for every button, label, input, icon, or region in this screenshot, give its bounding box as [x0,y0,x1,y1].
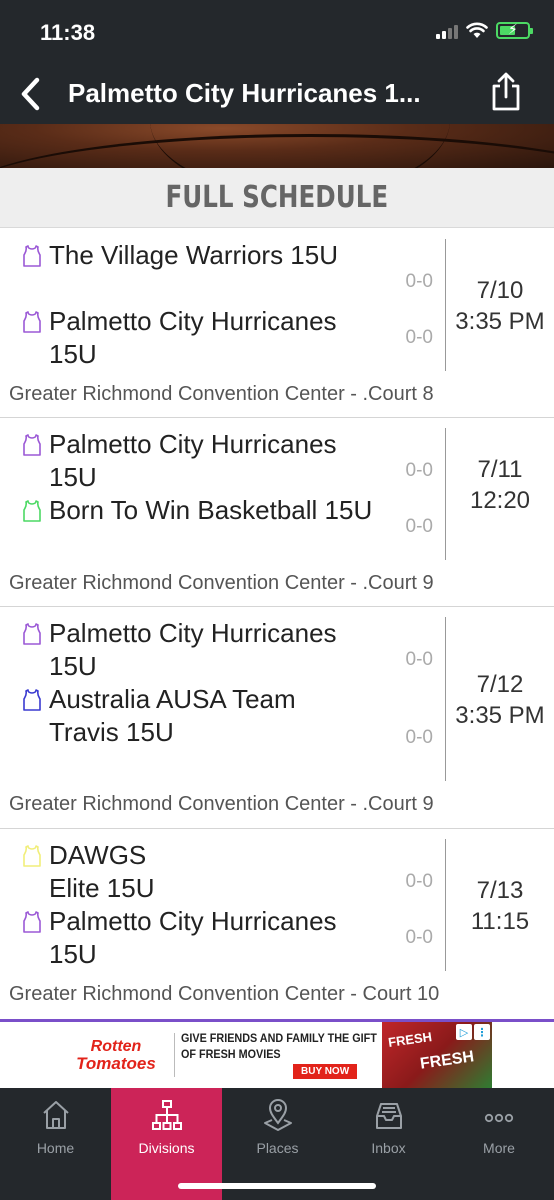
jersey-icon [23,311,41,333]
home-indicator[interactable] [178,1183,376,1189]
inbox-icon [375,1103,402,1129]
tab-label: More [483,1140,515,1156]
ad-headline: GIVE FRIENDS AND FAMILY THE GIFT [181,1031,377,1045]
ad-image: FRESH FRESH ▷ ⋮ [382,1022,492,1088]
ad-choices-icon[interactable]: ▷ [456,1024,472,1040]
team-score: 0-0 [405,649,433,670]
game-card[interactable]: The Village Warriors 15U 0-0 Palmetto Ci… [0,229,554,418]
wifi-icon [466,22,488,38]
status-bar: 11:38 ⚡ [0,0,554,64]
game-date-time: 7/13 11:15 [446,875,554,937]
ad-image-text: FRESH [419,1048,476,1073]
game-card[interactable]: DAWGS Elite 15U 0-0 Palmetto City Hurric… [0,829,554,1018]
team-score: 0-0 [405,271,433,292]
team-name: The Village Warriors 15U [49,240,338,270]
tab-label: Inbox [371,1140,406,1156]
ad-menu-icon[interactable]: ⋮ [474,1024,490,1040]
jersey-icon [23,245,41,267]
team-name: Born To Win Basketball 15U [49,495,373,525]
basketball-banner-image [0,124,554,168]
jersey-icon [23,689,41,711]
page-title: Palmetto City Hurricanes 1... [68,78,421,108]
status-icons: ⚡ [436,21,533,39]
back-button[interactable] [12,74,48,114]
team-name: Palmetto City Hurricanes 15U [49,429,337,492]
ad-choices[interactable]: ▷ ⋮ [456,1024,490,1040]
ad-image-text-top: FRESH [387,1029,433,1050]
chevron-left-icon [21,77,40,111]
jersey-icon [23,623,41,645]
jersey-icon [23,911,41,933]
home-icon [42,1101,69,1129]
share-icon [492,72,520,111]
section-header: FULL SCHEDULE [0,168,554,228]
bracket-icon [151,1100,182,1130]
battery-icon: ⚡ [496,21,533,39]
game-time: 3:35 PM [455,308,545,335]
team-name: Palmetto City Hurricanes 15U [49,306,337,369]
game-card[interactable]: Palmetto City Hurricanes 15U 0-0 Austral… [0,607,554,829]
team-score: 0-0 [405,460,433,481]
team-score: 0-0 [405,727,433,748]
more-icon [484,1113,514,1123]
team-score: 0-0 [405,927,433,948]
game-date-time: 7/12 3:35 PM [446,669,554,731]
tab-label: Home [36,1140,75,1156]
team-score: 0-0 [405,327,433,348]
cellular-signal-icon [436,23,458,39]
ad-banner[interactable]: Rotten Tomatoes GIVE FRIENDS AND FAMILY … [0,1022,554,1088]
tab-inbox[interactable]: Inbox [333,1088,444,1164]
map-pin-icon [263,1099,292,1131]
game-time: 3:35 PM [455,702,545,729]
tab-label: Places [256,1140,299,1156]
team-name: DAWGS Elite 15U [49,840,155,903]
tab-label: Divisions [138,1140,195,1156]
jersey-icon [23,500,41,522]
ad-copy: GIVE FRIENDS AND FAMILY THE GIFT OF FRES… [181,1030,377,1080]
game-venue: Greater Richmond Convention Center - .Co… [9,572,434,594]
game-date: 7/13 [476,877,524,904]
ad-content[interactable]: Rotten Tomatoes GIVE FRIENDS AND FAMILY … [64,1022,492,1088]
game-date-time: 7/11 12:20 [446,454,554,516]
game-date: 7/12 [476,671,524,698]
schedule-list: The Village Warriors 15U 0-0 Palmetto Ci… [0,229,554,1018]
game-venue: Greater Richmond Convention Center - Cou… [9,983,440,1005]
navigation-bar: Palmetto City Hurricanes 1... [0,64,554,124]
section-title: FULL SCHEDULE [165,180,389,215]
team-score: 0-0 [405,516,433,537]
game-time: 12:20 [469,487,531,514]
status-time: 11:38 [40,20,96,45]
jersey-icon [23,434,41,456]
team-name: Palmetto City Hurricanes 15U [49,618,337,681]
game-date: 7/11 [477,456,523,483]
team-name: Australia AUSA Team Travis 15U [49,684,296,747]
ad-brand-line2: Tomatoes [76,1054,156,1073]
jersey-icon [23,845,41,867]
ad-buy-now-button[interactable]: BUY NOW [293,1064,358,1079]
team-score: 0-0 [405,871,433,892]
ad-brand-logo: Rotten Tomatoes [64,1038,168,1072]
tab-places[interactable]: Places [222,1088,333,1164]
tab-more[interactable]: More [444,1088,554,1164]
game-date-time: 7/10 3:35 PM [446,275,554,337]
game-date: 7/10 [476,277,524,304]
share-button[interactable] [486,70,526,114]
ad-separator [174,1033,175,1077]
ad-subline: OF FRESH MOVIES [181,1047,281,1061]
game-venue: Greater Richmond Convention Center - .Co… [9,793,434,815]
tab-home[interactable]: Home [0,1088,111,1164]
team-name: Palmetto City Hurricanes 15U [49,906,337,969]
game-time: 11:15 [470,908,530,935]
game-card[interactable]: Palmetto City Hurricanes 15U 0-0 Born To… [0,418,554,607]
ad-brand-line1: Rotten [90,1038,142,1055]
game-venue: Greater Richmond Convention Center - .Co… [9,383,434,405]
